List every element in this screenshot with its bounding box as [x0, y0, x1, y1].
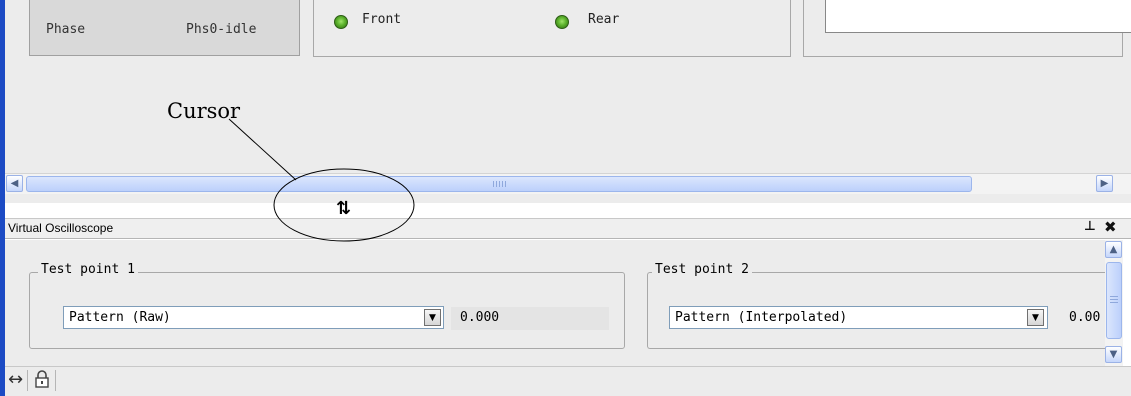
rear-indicator-label: Rear	[588, 12, 620, 27]
chevron-down-icon[interactable]: ▼	[1027, 309, 1044, 326]
scroll-left-button[interactable]: ◀	[6, 175, 23, 192]
pane-title-bar[interactable]	[5, 218, 1131, 239]
test-point-2-selected: Pattern (Interpolated)	[675, 310, 848, 325]
scroll-down-button[interactable]: ▼	[1105, 346, 1122, 363]
display-field	[825, 0, 1131, 33]
pane-title: Virtual Oscilloscope	[8, 221, 114, 235]
scroll-up-button[interactable]: ▲	[1105, 241, 1122, 258]
test-point-1-selected: Pattern (Raw)	[69, 310, 171, 325]
lock-icon[interactable]	[33, 369, 51, 389]
test-point-2-legend: Test point 2	[652, 262, 752, 277]
front-led-icon	[334, 15, 348, 29]
phase-label: Phase	[46, 22, 86, 37]
close-icon[interactable]: ✖	[1104, 218, 1117, 236]
bottom-toolbar	[5, 366, 1131, 396]
test-point-1-value: 0.000	[460, 310, 500, 325]
cursor-annotation-label: Cursor	[167, 99, 241, 123]
rear-led-icon	[555, 15, 569, 29]
phase-value: Phs0-idle	[186, 22, 257, 37]
scroll-grip-icon	[493, 181, 507, 187]
scroll-right-button[interactable]: ▶	[1096, 175, 1113, 192]
resize-vertical-icon[interactable]: ⇅	[336, 200, 351, 218]
front-indicator-label: Front	[362, 12, 402, 27]
fit-width-icon[interactable]: ↔	[8, 369, 23, 390]
scroll-grip-icon	[1110, 296, 1118, 304]
pin-icon[interactable]: ⊥	[1084, 219, 1096, 234]
test-point-1-legend: Test point 1	[38, 262, 138, 277]
toolbar-divider	[27, 370, 28, 391]
chevron-down-icon[interactable]: ▼	[424, 309, 441, 326]
toolbar-divider	[55, 370, 56, 391]
test-point-2-value: 0.00	[1069, 310, 1101, 325]
indicator-group	[313, 0, 791, 57]
